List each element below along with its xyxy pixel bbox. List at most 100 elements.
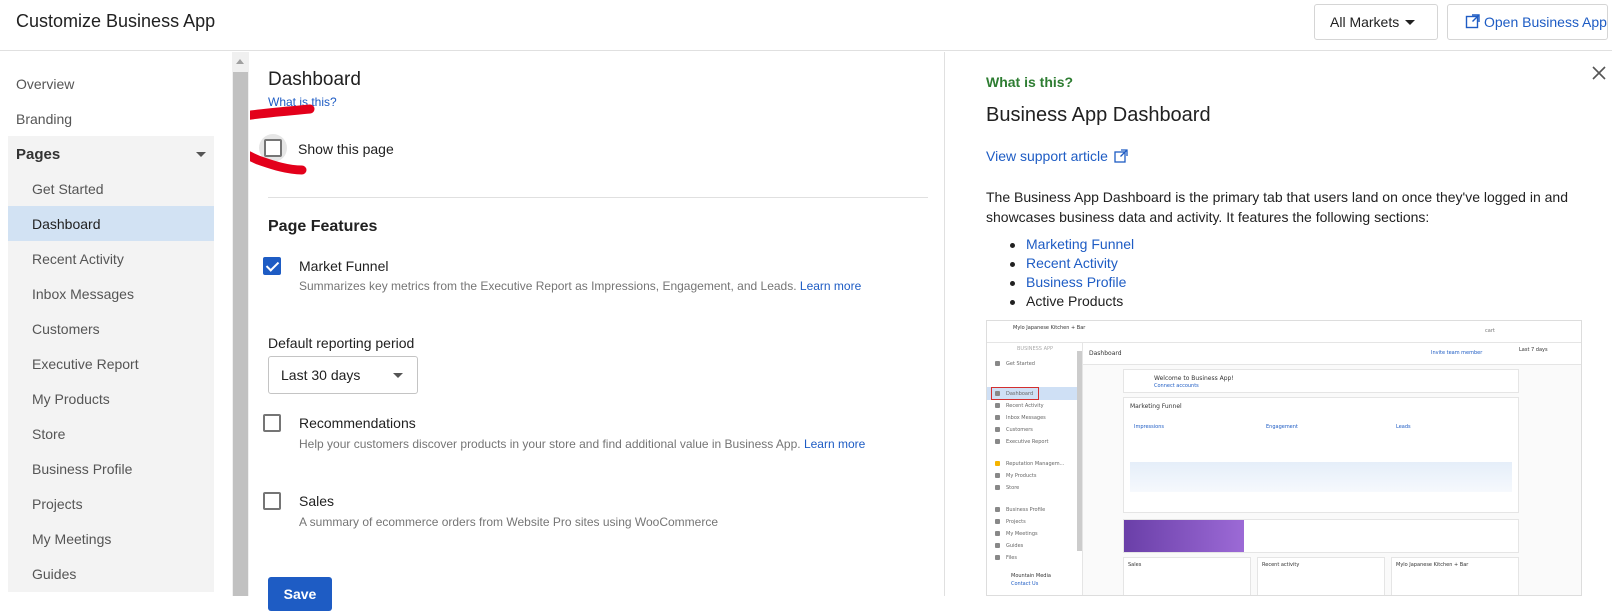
sidebar-item-executive-report[interactable]: Executive Report [8,346,214,382]
info-title: Business App Dashboard [986,104,1211,126]
market-funnel-description: Summarizes key metrics from the Executiv… [299,279,861,293]
preview-nav-item: Executive Report [995,437,1075,446]
preview-funnel-card: Marketing Funnel Impressions Engagement … [1123,397,1519,513]
sidebar-scrollbar[interactable] [232,52,249,596]
recommendations-title: Recommendations [299,415,416,431]
reporting-period-value: Last 30 days [281,367,361,383]
sidebar-item-label: Guides [32,566,77,582]
sidebar-item-projects[interactable]: Projects [8,486,214,522]
preview-cart: cart [1485,328,1495,334]
reporting-period-select[interactable]: Last 30 days [268,356,418,394]
market-funnel-learn-more-link[interactable]: Learn more [800,279,861,293]
open-business-app-label: Open Business App [1484,14,1607,30]
recommendations-checkbox[interactable] [263,414,281,432]
sales-description: A summary of ecommerce orders from Websi… [299,515,719,529]
sidebar-item-label: Store [32,426,66,442]
preview-nav-item: Store [995,483,1075,492]
scroll-up-arrow-icon[interactable] [236,59,244,64]
recommendations-learn-more-link[interactable]: Learn more [804,437,865,451]
scrollbar-thumb[interactable] [233,72,248,596]
app-title: Customize Business App [16,11,216,31]
main-settings-panel: Dashboard What is this? Show this page P… [250,52,944,611]
recommendations-desc-text: Help your customers discover products in… [299,437,801,451]
preview-sidebar: BUSINESS APP Get Started Dashboard Recen… [987,343,1083,595]
view-support-article-link[interactable]: View support article [986,148,1128,164]
preview-topbar: Mylo Japanese Kitchen + Bar cart [987,321,1581,343]
sidebar-item-business-profile[interactable]: Business Profile [8,451,214,487]
preview-nav-item: Recent Activity [995,401,1075,410]
preview-business-card: Mylo Japanese Kitchen + Bar [1391,557,1519,595]
sidebar-item-store[interactable]: Store [8,416,214,452]
sidebar-item-recent-activity[interactable]: Recent Activity [8,241,214,277]
section-link-recent-activity[interactable]: Recent Activity [986,255,1134,274]
preview-nav-item: My Meetings [995,529,1075,538]
sidebar-item-guides[interactable]: Guides [8,556,214,592]
sidebar-item-inbox-messages[interactable]: Inbox Messages [8,276,214,312]
preview-nav-item: Reputation Managem... [995,459,1075,468]
preview-promo-banner [1123,519,1519,553]
sidebar-item-label: My Meetings [32,531,112,547]
page-features-heading: Page Features [268,218,378,235]
preview-section-label: BUSINESS APP [1017,346,1054,352]
chevron-down-icon [1405,20,1415,25]
preview-nav-item: Files [995,553,1075,562]
preview-business-card-name: Mylo Japanese Kitchen + Bar [1396,562,1469,568]
open-external-icon [1465,14,1480,29]
sidebar-nav: Overview Branding Pages Get Started Dash… [0,52,214,596]
preview-nav-item: Projects [995,517,1075,526]
dashboard-preview-image: Mylo Japanese Kitchen + Bar cart BUSINES… [986,320,1582,596]
sidebar-item-customers[interactable]: Customers [8,311,214,347]
info-eyebrow: What is this? [986,74,1074,90]
preview-funnel-chart [1130,462,1512,492]
sidebar-item-label: Customers [32,321,100,337]
sidebar-item-label: Branding [16,111,73,127]
save-button[interactable]: Save [268,577,332,611]
sales-checkbox[interactable] [263,492,281,510]
sidebar-item-label: Inbox Messages [32,286,134,302]
close-icon[interactable] [1591,65,1607,81]
sidebar-item-label: Business Profile [32,461,133,477]
preview-page-header: Dashboard Invite team member Last 7 days [1083,343,1581,365]
chevron-down-icon [196,152,206,157]
divider [268,197,928,198]
preview-nav-item: Business Profile [995,505,1075,514]
section-link-business-profile[interactable]: Business Profile [986,274,1134,293]
sales-title: Sales [299,493,335,509]
market-funnel-desc-text: Summarizes key metrics from the Executiv… [299,279,797,293]
preview-scrollbar [1077,351,1082,551]
sidebar-group-pages[interactable]: Pages [8,136,214,172]
preview-nav-item: Dashboard [995,389,1075,398]
info-description: The Business App Dashboard is the primar… [986,189,1568,225]
market-funnel-checkbox[interactable] [263,257,281,275]
sidebar-item-my-meetings[interactable]: My Meetings [8,521,214,557]
preview-footer-user: Mountain Media [1011,573,1051,579]
preview-range: Last 7 days [1519,347,1548,353]
section-link-marketing-funnel[interactable]: Marketing Funnel [986,236,1134,255]
sidebar-item-label: Pages [16,145,61,163]
sidebar-item-label: Recent Activity [32,251,124,267]
show-page-label: Show this page [298,141,394,157]
sidebar-item-label: Executive Report [32,356,139,372]
recommendations-description: Help your customers discover products in… [299,437,865,451]
sidebar-item-overview[interactable]: Overview [8,66,214,102]
sidebar-item-dashboard[interactable]: Dashboard [8,206,214,242]
market-select[interactable]: All Markets [1314,4,1438,40]
sidebar-item-my-products[interactable]: My Products [8,381,214,417]
sidebar-item-branding[interactable]: Branding [8,101,214,137]
page-title: Dashboard [268,69,361,90]
preview-funnel-step: Impressions [1134,424,1164,430]
preview-nav-item: Guides [995,541,1075,550]
preview-connect: Connect accounts [1154,383,1199,389]
what-is-this-link[interactable]: What is this? [268,95,337,109]
market-funnel-title: Market Funnel [299,258,389,274]
preview-funnel-step: Leads [1396,424,1411,430]
section-active-products: Active Products [986,293,1134,312]
show-page-checkbox[interactable] [264,139,282,157]
info-panel: What is this? Business App Dashboard Vie… [944,52,1612,596]
preview-nav-item: Customers [995,425,1075,434]
preview-welcome-card: Welcome to Business App! Connect account… [1123,369,1519,393]
open-business-app-button[interactable]: Open Business App [1447,4,1608,40]
preview-promo-image [1124,520,1244,552]
chevron-down-icon [393,373,403,378]
sidebar-item-get-started[interactable]: Get Started [8,171,214,207]
